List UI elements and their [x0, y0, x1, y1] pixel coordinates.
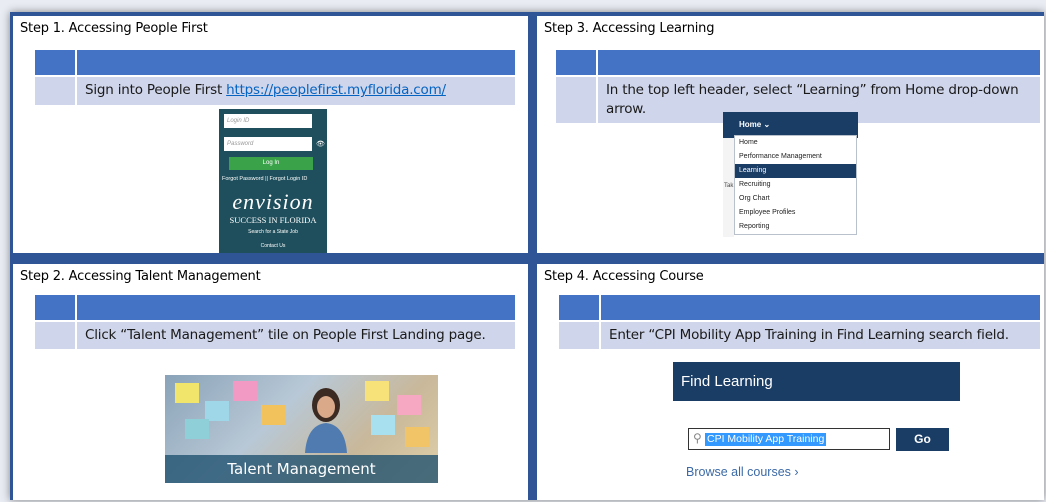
- side-text: Tak: [724, 183, 734, 189]
- envision-logo: envision: [232, 189, 314, 214]
- envision-tagline: SUCCESS IN FLORIDA: [229, 215, 317, 225]
- people-first-login-screenshot: Login ID Password 👁 Log In Forgot Passwo…: [219, 109, 327, 253]
- forgot-links[interactable]: Forgot Password || Forgot Login ID: [222, 176, 326, 182]
- menu-item-employee-profiles[interactable]: Employee Profiles: [735, 206, 856, 220]
- step2-title: Step 2. Accessing Talent Management: [20, 269, 261, 284]
- step1-panel: Step 1. Accessing People First Sign into…: [13, 16, 528, 253]
- talent-management-label: Talent Management: [165, 455, 438, 483]
- state-job-search-link[interactable]: Search for a State Job: [219, 229, 327, 235]
- browse-all-courses-link[interactable]: Browse all courses ›: [686, 465, 799, 479]
- search-icon: ⚲: [693, 431, 702, 445]
- step2-panel: Step 2. Accessing Talent Management Clic…: [13, 264, 528, 500]
- person-illustration: [305, 388, 347, 453]
- password-field[interactable]: Password: [224, 137, 312, 151]
- menu-item-org-chart[interactable]: Org Chart: [735, 192, 856, 206]
- find-learning-search-input[interactable]: ⚲ CPI Mobility App Training: [688, 428, 890, 450]
- home-dropdown-screenshot: Home ⌄ Tak Home Performance Management L…: [723, 112, 858, 237]
- menu-item-home[interactable]: Home: [735, 136, 856, 150]
- step4-title: Step 4. Accessing Course: [544, 269, 704, 284]
- talent-management-tile[interactable]: Talent Management: [165, 375, 438, 483]
- home-dropdown-toggle[interactable]: Home ⌄: [739, 120, 770, 129]
- eye-icon: 👁: [316, 141, 325, 148]
- step3-title: Step 3. Accessing Learning: [544, 21, 715, 36]
- step4-instruction-row: Enter “CPI Mobility App Training in Find…: [559, 322, 1040, 349]
- step2-instruction-row: Click “Talent Management” tile on People…: [35, 322, 515, 349]
- step3-header-row: [556, 50, 1040, 75]
- step2-instruction: Click “Talent Management” tile on People…: [77, 322, 515, 349]
- find-learning-title: Find Learning: [681, 373, 773, 390]
- menu-item-reporting[interactable]: Reporting: [735, 220, 856, 234]
- go-button[interactable]: Go: [896, 428, 949, 451]
- menu-item-recruiting[interactable]: Recruiting: [735, 178, 856, 192]
- step4-header-row: [559, 295, 1040, 320]
- step1-header-row: [35, 50, 515, 75]
- step3-panel: Step 3. Accessing Learning In the top le…: [537, 16, 1044, 253]
- login-button[interactable]: Log In: [229, 157, 313, 170]
- find-learning-header: Find Learning: [673, 362, 960, 401]
- step1-instruction-row: Sign into People First https://peoplefir…: [35, 77, 515, 105]
- step1-title: Step 1. Accessing People First: [20, 21, 208, 36]
- menu-item-performance[interactable]: Performance Management: [735, 150, 856, 164]
- step4-panel: Step 4. Accessing Course Enter “CPI Mobi…: [537, 264, 1044, 500]
- step2-header-row: [35, 295, 515, 320]
- peoplefirst-link[interactable]: https://peoplefirst.myflorida.com/: [226, 82, 446, 98]
- contact-us-link[interactable]: Contact Us: [219, 243, 327, 249]
- step4-instruction: Enter “CPI Mobility App Training in Find…: [601, 322, 1040, 349]
- search-value: CPI Mobility App Training: [705, 433, 827, 446]
- login-id-field[interactable]: Login ID: [224, 114, 312, 128]
- menu-item-learning[interactable]: Learning: [735, 164, 856, 178]
- step1-instruction: Sign into People First: [85, 82, 227, 98]
- home-dropdown-menu: Home Performance Management Learning Rec…: [734, 135, 857, 235]
